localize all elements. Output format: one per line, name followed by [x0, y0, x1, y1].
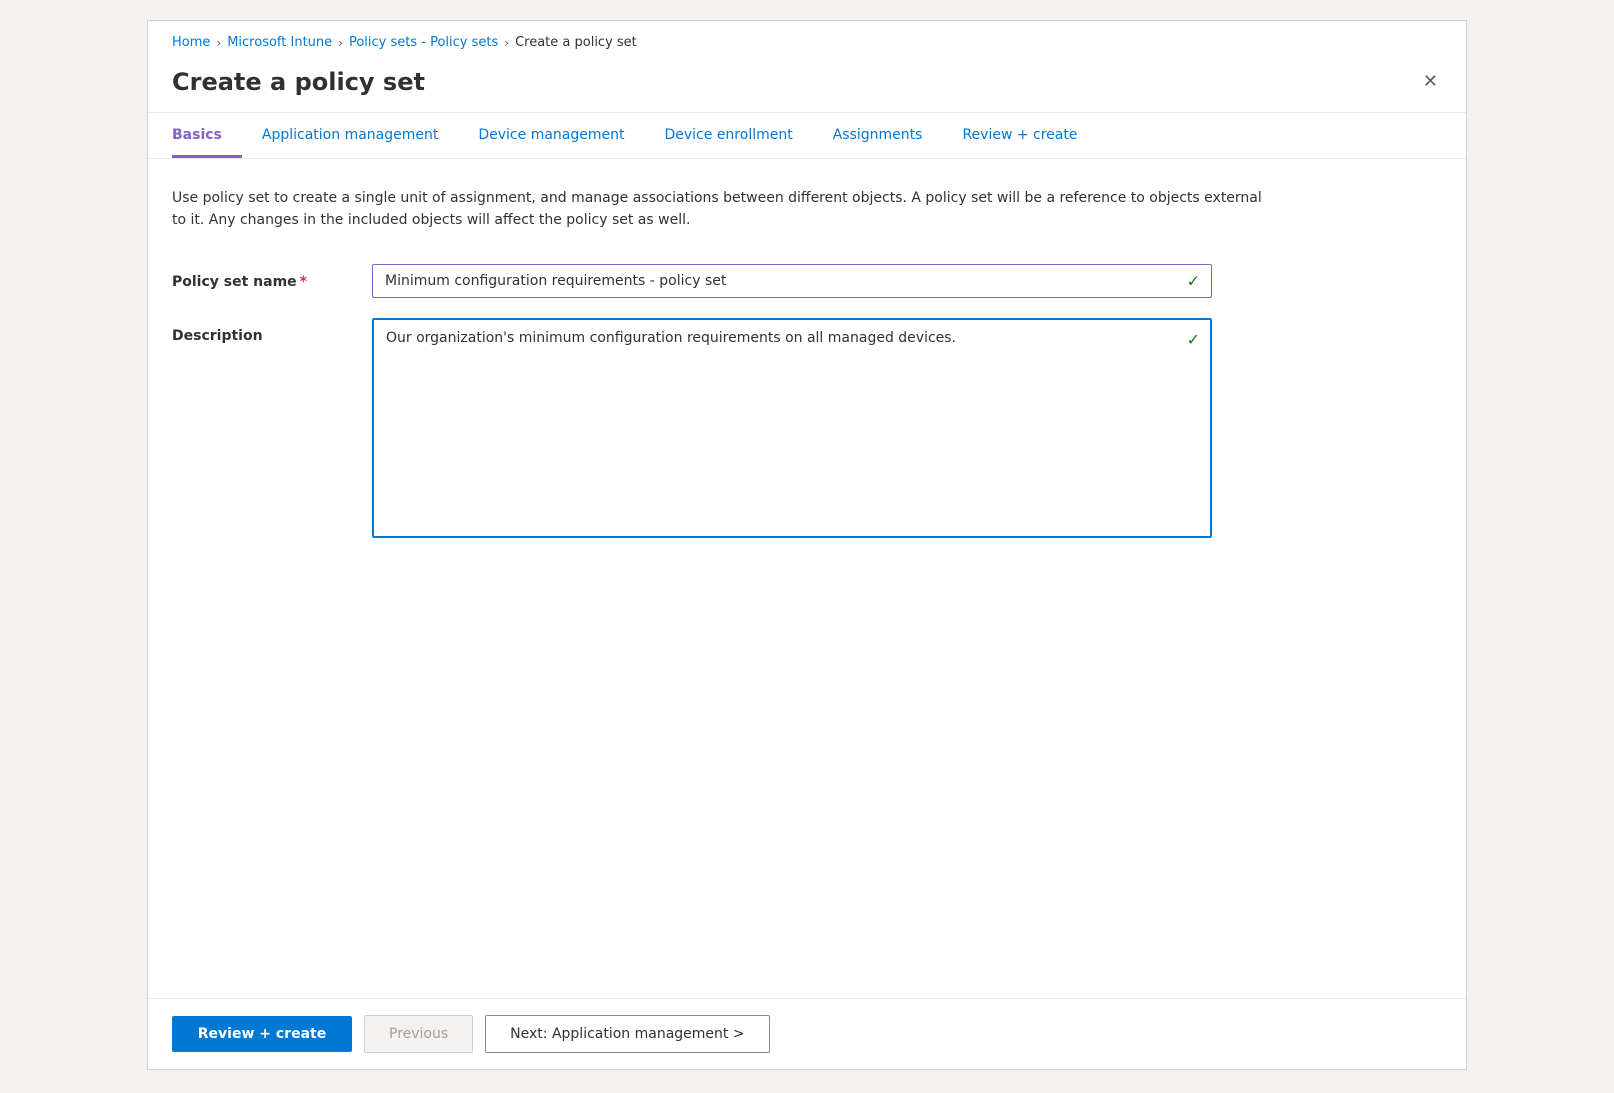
breadcrumb-sep-1: › — [216, 36, 221, 50]
tab-nav: Basics Application management Device man… — [148, 113, 1466, 159]
description-text: Use policy set to create a single unit o… — [172, 187, 1272, 232]
tab-device-management[interactable]: Device management — [458, 113, 644, 158]
tab-assignments[interactable]: Assignments — [813, 113, 943, 158]
main-content: Use policy set to create a single unit o… — [148, 159, 1466, 998]
breadcrumb-sep-3: › — [504, 36, 509, 50]
description-input[interactable] — [372, 318, 1212, 538]
close-button[interactable]: ✕ — [1419, 68, 1442, 94]
policy-set-name-row: Policy set name* ✓ — [172, 264, 1442, 298]
description-label: Description — [172, 318, 372, 344]
policy-set-name-input-wrap: ✓ — [372, 264, 1212, 298]
policy-set-name-check-icon: ✓ — [1187, 271, 1200, 290]
tab-basics[interactable]: Basics — [172, 113, 242, 158]
breadcrumb-policy-sets[interactable]: Policy sets - Policy sets — [349, 35, 498, 50]
breadcrumb-home[interactable]: Home — [172, 35, 210, 50]
next-button[interactable]: Next: Application management > — [485, 1015, 769, 1053]
description-check-icon: ✓ — [1187, 330, 1200, 349]
required-indicator: * — [300, 274, 307, 290]
description-row: Description ✓ — [172, 318, 1442, 542]
policy-set-name-input[interactable] — [372, 264, 1212, 298]
tab-review-create[interactable]: Review + create — [942, 113, 1097, 158]
description-input-wrap: ✓ — [372, 318, 1212, 542]
page-title: Create a policy set — [172, 68, 425, 96]
panel-header: Create a policy set ✕ — [148, 60, 1466, 113]
previous-button: Previous — [364, 1015, 473, 1053]
breadcrumb: Home › Microsoft Intune › Policy sets - … — [148, 21, 1466, 60]
tab-device-enrollment[interactable]: Device enrollment — [644, 113, 812, 158]
tab-application-management[interactable]: Application management — [242, 113, 458, 158]
breadcrumb-sep-2: › — [338, 36, 343, 50]
breadcrumb-current: Create a policy set — [515, 35, 637, 50]
create-policy-set-panel: Home › Microsoft Intune › Policy sets - … — [147, 20, 1467, 1070]
footer: Review + create Previous Next: Applicati… — [148, 998, 1466, 1069]
review-create-button[interactable]: Review + create — [172, 1016, 352, 1052]
breadcrumb-intune[interactable]: Microsoft Intune — [227, 35, 332, 50]
policy-set-name-label: Policy set name* — [172, 264, 372, 290]
